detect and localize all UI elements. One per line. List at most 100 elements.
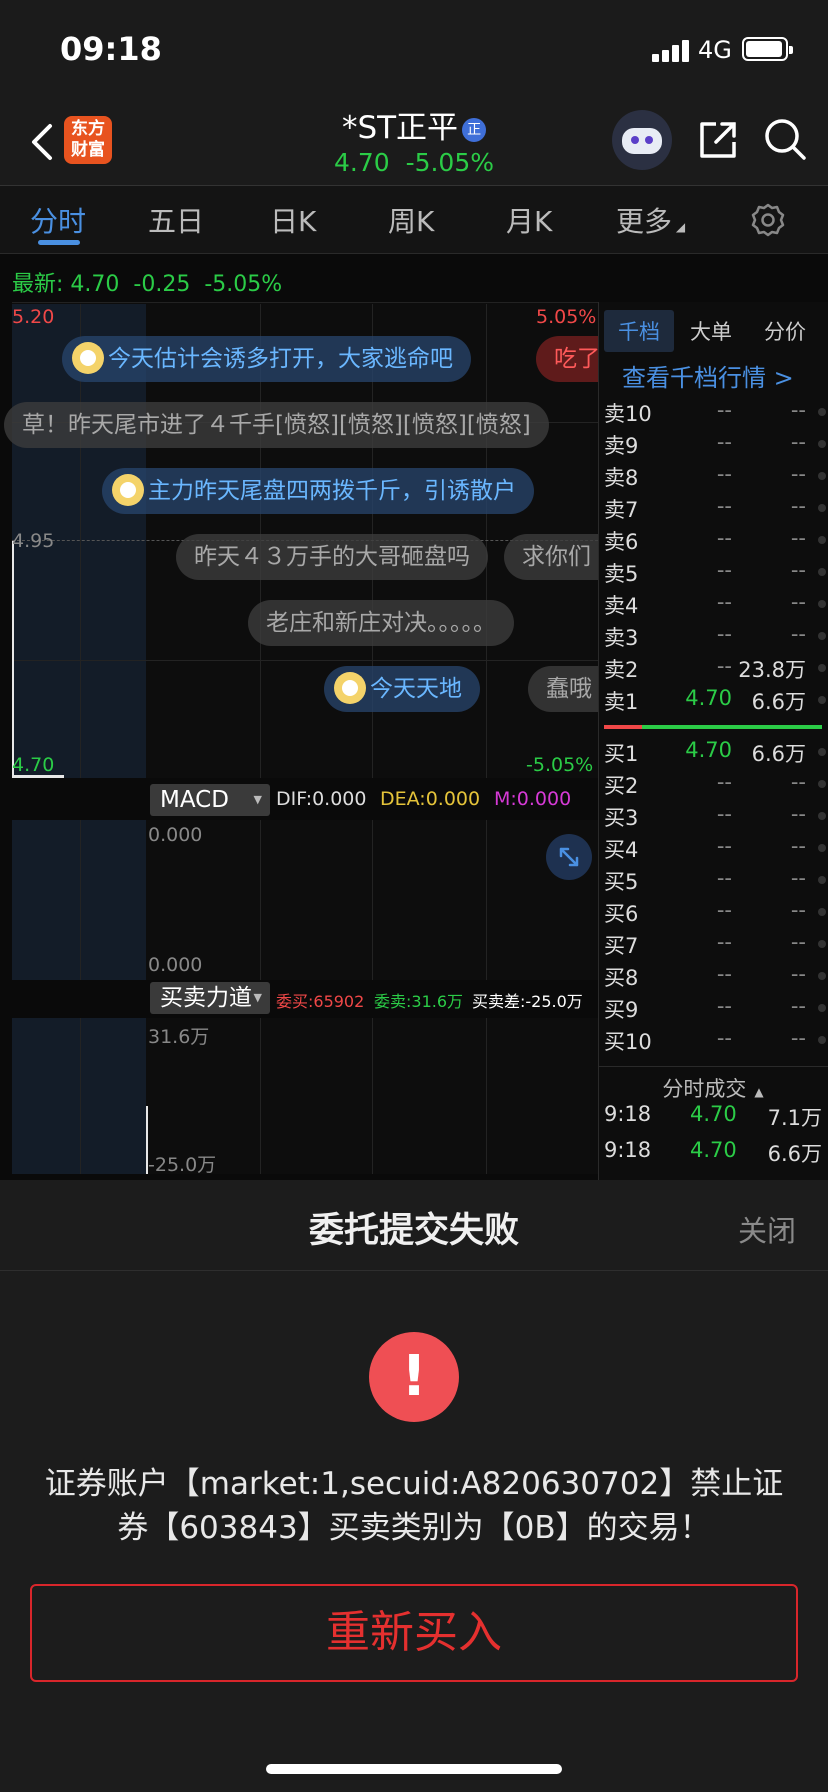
danmaku-text: 今天估计会诱多打开，大家逃命吧: [108, 346, 453, 372]
level-price: --: [716, 962, 732, 986]
search-icon[interactable]: [762, 116, 808, 162]
price-line: [12, 541, 14, 777]
trade-price: 4.70: [690, 1102, 737, 1126]
error-message: 证券账户【market:1,secuid:A820630702】禁止证券【603…: [44, 1466, 784, 1546]
ask-row[interactable]: 卖3 -- --: [604, 622, 826, 652]
ask-row[interactable]: 卖2 -- 23.8万: [604, 654, 826, 684]
gear-icon[interactable]: [750, 202, 786, 238]
trade-row: 9:18 4.70 7.1万: [604, 1102, 822, 1132]
level-volume: --: [790, 1026, 806, 1050]
danmaku-comment[interactable]: 吃了: [536, 336, 598, 382]
level-dot-icon: [818, 568, 826, 576]
level-volume: 6.6万: [751, 690, 806, 714]
order-ratio-bar-sell: [604, 725, 642, 729]
bid-row[interactable]: 买1 4.70 6.6万: [604, 738, 826, 768]
ask-row[interactable]: 卖6 -- --: [604, 526, 826, 556]
tab-underline: [38, 240, 80, 245]
bid-row[interactable]: 买10 -- --: [604, 1026, 826, 1056]
bid-row[interactable]: 买7 -- --: [604, 930, 826, 960]
ask-row[interactable]: 卖1 4.70 6.6万: [604, 686, 826, 716]
level-label: 买1: [604, 742, 639, 766]
trades-header[interactable]: 分时成交 ▲: [598, 1066, 828, 1103]
level-price: --: [716, 398, 732, 422]
chart-auction-area: [12, 1018, 146, 1174]
tab-week-k[interactable]: 周K: [388, 200, 434, 240]
tab-depth[interactable]: 千档: [604, 310, 674, 352]
grid-line: [486, 304, 487, 778]
battery-icon: [742, 37, 793, 61]
level-price: --: [716, 494, 732, 518]
macd-y-top: 0.000: [148, 824, 203, 846]
macd-select-label: MACD: [160, 787, 229, 813]
rebuy-button[interactable]: 重新买入: [30, 1584, 798, 1682]
bid-row[interactable]: 买4 -- --: [604, 834, 826, 864]
danmaku-comment[interactable]: 草！昨天尾市进了４千手[愤怒][愤怒][愤怒][愤怒]: [4, 402, 549, 448]
robot-assistant-icon[interactable]: [612, 110, 672, 170]
danmaku-comment[interactable]: 今天天地: [324, 666, 480, 712]
danmaku-comment[interactable]: 蠢哦: [528, 666, 598, 712]
force-indicator-select[interactable]: 买卖力道 ▼: [150, 982, 270, 1014]
level-dot-icon: [818, 632, 826, 640]
home-indicator[interactable]: [266, 1764, 562, 1774]
header-price: 4.70: [333, 148, 390, 177]
level-label: 卖4: [604, 594, 639, 618]
bid-row[interactable]: 买8 -- --: [604, 962, 826, 992]
close-button[interactable]: 关闭: [738, 1208, 796, 1250]
level-label: 买4: [604, 838, 639, 862]
tab-month-k[interactable]: 月K: [506, 200, 552, 240]
tab-day-k[interactable]: 日K: [270, 200, 316, 240]
danmaku-comment[interactable]: 求你们: [504, 534, 598, 580]
caret-up-icon: ▲: [754, 1085, 764, 1099]
y-axis-mid: 4.95: [12, 530, 55, 552]
tab-big-orders[interactable]: 大单: [690, 316, 732, 346]
danmaku-text: 求你们: [522, 544, 591, 570]
share-icon[interactable]: [696, 118, 740, 162]
danmaku-comment[interactable]: 昨天４３万手的大哥砸盘吗: [176, 534, 488, 580]
bid-row[interactable]: 买9 -- --: [604, 994, 826, 1024]
tab-price-distribution[interactable]: 分价: [764, 316, 806, 346]
bid-row[interactable]: 买3 -- --: [604, 802, 826, 832]
tab-more[interactable]: 更多 ◢: [616, 200, 685, 240]
tab-intraday[interactable]: 分时: [30, 200, 86, 240]
tab-five-day[interactable]: 五日: [148, 200, 204, 240]
level-dot-icon: [818, 940, 826, 948]
ask-row[interactable]: 卖10 -- --: [604, 398, 826, 428]
view-depth-link[interactable]: 查看千档行情 >: [622, 358, 794, 393]
danmaku-comment[interactable]: 老庄和新庄对决。。。。。: [248, 600, 514, 646]
level-label: 卖10: [604, 402, 652, 426]
bid-row[interactable]: 买2 -- --: [604, 770, 826, 800]
macd-dif: DIF:0.000: [276, 788, 367, 810]
force-select-label: 买卖力道: [160, 985, 252, 1011]
danmaku-comment[interactable]: 今天估计会诱多打开，大家逃命吧: [62, 336, 471, 382]
macd-indicator-select[interactable]: MACD ▼: [150, 784, 270, 816]
level-label: 卖6: [604, 530, 639, 554]
level-label: 买5: [604, 870, 639, 894]
level-label: 买2: [604, 774, 639, 798]
macd-m: M:0.000: [494, 788, 572, 810]
danmaku-text: 昨天４３万手的大哥砸盘吗: [194, 544, 470, 570]
level-price: --: [716, 1026, 732, 1050]
level-label: 买10: [604, 1030, 652, 1054]
ask-row[interactable]: 卖8 -- --: [604, 462, 826, 492]
ask-row[interactable]: 卖7 -- --: [604, 494, 826, 524]
bid-row[interactable]: 买6 -- --: [604, 898, 826, 928]
level-volume: --: [790, 802, 806, 826]
bid-row[interactable]: 买5 -- --: [604, 866, 826, 896]
ask-row[interactable]: 卖4 -- --: [604, 590, 826, 620]
level-price: --: [716, 994, 732, 1018]
expand-icon[interactable]: [546, 834, 592, 880]
grid-line: [486, 1018, 487, 1174]
level-label: 卖9: [604, 434, 639, 458]
ask-row[interactable]: 卖9 -- --: [604, 430, 826, 460]
caret-down-icon: ▼: [253, 793, 262, 806]
level-volume: --: [790, 962, 806, 986]
level-label: 卖8: [604, 466, 639, 490]
ask-row[interactable]: 卖5 -- --: [604, 558, 826, 588]
level-dot-icon: [818, 696, 826, 704]
danmaku-comment[interactable]: 主力昨天尾盘四两拨千斤，引诱散户: [102, 468, 534, 514]
level-label: 卖1: [604, 690, 639, 714]
level-volume: --: [790, 930, 806, 954]
level-volume: --: [790, 898, 806, 922]
latest-price: 4.70: [70, 272, 120, 297]
force-diff: 买卖差:-25.0万: [472, 992, 583, 1011]
